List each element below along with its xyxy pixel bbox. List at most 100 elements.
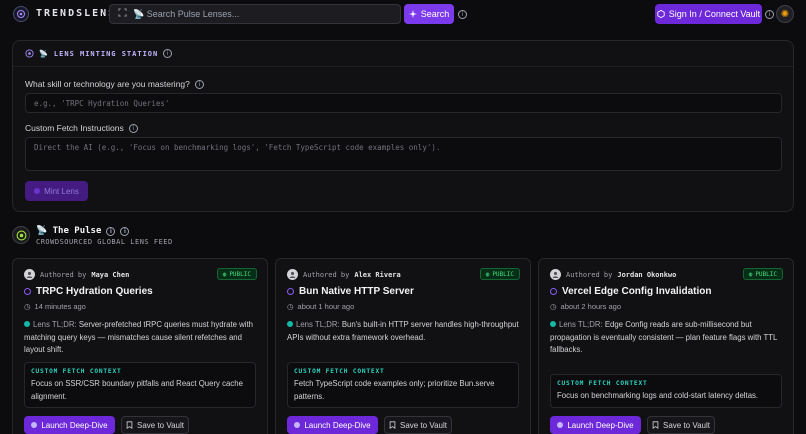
context-heading: CUSTOM FETCH CONTEXT bbox=[557, 380, 648, 387]
minting-panel-header: 📡 LENS MINTING STATION i bbox=[13, 41, 793, 67]
search-button[interactable]: Search bbox=[404, 4, 454, 24]
card-timestamp: ◷ about 2 hours ago bbox=[550, 302, 621, 311]
card-author: Authored by Alex Rivera bbox=[287, 269, 401, 280]
card-title-text: TRPC Hydration Queries bbox=[36, 286, 153, 297]
launch-button-label: Launch Deep-Dive bbox=[567, 420, 634, 430]
custom-fetch-context: CUSTOM FETCH CONTEXT Focus on benchmarki… bbox=[550, 374, 782, 408]
save-to-vault-button[interactable]: Save to Vault bbox=[384, 416, 452, 434]
context-text: Fetch TypeScript code examples only; pri… bbox=[294, 379, 495, 401]
tldr-label: Lens TL;DR: bbox=[559, 320, 603, 329]
bookmark-icon bbox=[389, 421, 396, 429]
lens-card: Authored by Alex Rivera ◍ PUBLIC Bun Nat… bbox=[275, 258, 531, 434]
card-title-text: Vercel Edge Config Invalidation bbox=[562, 286, 712, 297]
tldr-dot-icon bbox=[24, 321, 30, 327]
custom-fetch-context: CUSTOM FETCH CONTEXT Fetch TypeScript co… bbox=[287, 362, 519, 408]
pulse-info-icon-2[interactable]: i bbox=[120, 226, 130, 236]
context-text: Focus on SSR/CSR boundary pitfalls and R… bbox=[31, 379, 243, 401]
status-badge: ◍ PUBLIC bbox=[479, 268, 520, 280]
pulse-title-text: 📡 The Pulse bbox=[36, 226, 102, 236]
pulse-info-icon-1[interactable]: i bbox=[106, 226, 116, 236]
signin-info-icon[interactable]: i bbox=[765, 10, 774, 19]
fetch-info-icon[interactable]: i bbox=[128, 123, 138, 133]
launch-button-label: Launch Deep-Dive bbox=[41, 420, 108, 430]
card-title[interactable]: TRPC Hydration Queries bbox=[24, 286, 153, 297]
top-bar: TRENDSLENS Search i Sign In / Connect Va… bbox=[0, 0, 806, 29]
authored-by-label: Authored by bbox=[566, 270, 613, 279]
sparkle-icon bbox=[408, 10, 417, 18]
signin-button[interactable]: Sign In / Connect Vault bbox=[655, 4, 762, 24]
minting-panel-title: 📡 LENS MINTING STATION bbox=[39, 49, 159, 58]
search-box[interactable] bbox=[109, 4, 401, 24]
fetch-field-label: Custom Fetch Instructions i bbox=[25, 123, 138, 133]
skill-input[interactable] bbox=[25, 93, 782, 113]
lens-minting-panel: 📡 LENS MINTING STATION i What skill or t… bbox=[12, 40, 794, 212]
skill-info-icon[interactable]: i bbox=[194, 79, 204, 89]
status-badge: ◍ PUBLIC bbox=[742, 268, 783, 280]
tldr-label: Lens TL;DR: bbox=[296, 320, 340, 329]
globe-icon: ◍ bbox=[222, 270, 227, 278]
card-title[interactable]: Bun Native HTTP Server bbox=[287, 286, 414, 297]
badge-label: PUBLIC bbox=[492, 270, 514, 278]
save-to-vault-button[interactable]: Save to Vault bbox=[121, 416, 189, 434]
search-button-label: Search bbox=[420, 9, 450, 19]
launch-deep-dive-button[interactable]: Launch Deep-Dive bbox=[287, 416, 378, 434]
context-heading: CUSTOM FETCH CONTEXT bbox=[31, 368, 122, 375]
clock-icon: ◷ bbox=[550, 302, 557, 311]
theme-toggle-button[interactable]: ✺ bbox=[776, 5, 794, 23]
lens-icon bbox=[294, 422, 301, 428]
timestamp-text: about 1 hour ago bbox=[297, 302, 355, 311]
search-input[interactable] bbox=[133, 9, 373, 19]
avatar bbox=[287, 269, 298, 280]
avatar bbox=[24, 269, 35, 280]
save-button-label: Save to Vault bbox=[400, 420, 447, 430]
pulse-title: 📡 The Pulse i i bbox=[36, 226, 130, 236]
authored-by-label: Authored by bbox=[303, 270, 350, 279]
lens-card: Authored by Jordan Okonkwo ◍ PUBLIC Verc… bbox=[538, 258, 794, 434]
signin-button-label: Sign In / Connect Vault bbox=[668, 9, 761, 19]
lens-bullet-icon bbox=[287, 288, 294, 295]
bookmark-icon bbox=[126, 421, 133, 429]
lens-bullet-icon bbox=[550, 288, 557, 295]
badge-label: PUBLIC bbox=[755, 270, 777, 278]
card-tldr: Lens TL;DR: Server-prefetched tRPC queri… bbox=[24, 319, 256, 357]
save-button-label: Save to Vault bbox=[137, 420, 184, 430]
mint-lens-button[interactable]: Mint Lens bbox=[25, 181, 88, 201]
globe-icon: ◍ bbox=[748, 270, 753, 278]
pulse-icon bbox=[12, 226, 30, 244]
radar-icon bbox=[25, 49, 34, 58]
globe-icon: ◍ bbox=[485, 270, 490, 278]
lens-card: Authored by Maya Chen ◍ PUBLIC TRPC Hydr… bbox=[12, 258, 268, 434]
tldr-dot-icon bbox=[287, 321, 293, 327]
lens-icon bbox=[34, 188, 41, 194]
card-author: Authored by Maya Chen bbox=[24, 269, 129, 280]
launch-button-label: Launch Deep-Dive bbox=[304, 420, 371, 430]
card-title-text: Bun Native HTTP Server bbox=[299, 286, 414, 297]
minting-info-icon[interactable]: i bbox=[163, 49, 173, 58]
fetch-instructions-field[interactable] bbox=[25, 137, 782, 171]
author-name: Alex Rivera bbox=[354, 270, 401, 279]
card-tldr: Lens TL;DR: Edge Config reads are sub-mi… bbox=[550, 319, 782, 357]
brand-name[interactable]: TRENDSLENS bbox=[36, 8, 116, 19]
save-to-vault-button[interactable]: Save to Vault bbox=[647, 416, 715, 434]
logo-icon[interactable] bbox=[13, 6, 29, 22]
timestamp-text: about 2 hours ago bbox=[560, 302, 622, 311]
card-title[interactable]: Vercel Edge Config Invalidation bbox=[550, 286, 711, 297]
launch-deep-dive-button[interactable]: Launch Deep-Dive bbox=[550, 416, 641, 434]
tldr-dot-icon bbox=[550, 321, 556, 327]
context-heading: CUSTOM FETCH CONTEXT bbox=[294, 368, 385, 375]
status-badge: ◍ PUBLIC bbox=[216, 268, 257, 280]
card-author: Authored by Jordan Okonkwo bbox=[550, 269, 676, 280]
search-info-icon[interactable]: i bbox=[458, 10, 467, 19]
hexagon-icon bbox=[657, 10, 665, 18]
lens-icon bbox=[557, 422, 564, 428]
custom-fetch-context: CUSTOM FETCH CONTEXT Focus on SSR/CSR bo… bbox=[24, 362, 256, 408]
tldr-label: Lens TL;DR: bbox=[33, 320, 77, 329]
mint-button-label: Mint Lens bbox=[44, 186, 79, 196]
card-timestamp: ◷ 14 minutes ago bbox=[24, 302, 86, 311]
clock-icon: ◷ bbox=[287, 302, 294, 311]
skill-field-label: What skill or technology are you masteri… bbox=[25, 79, 204, 89]
fetch-label-text: Custom Fetch Instructions bbox=[25, 123, 124, 133]
launch-deep-dive-button[interactable]: Launch Deep-Dive bbox=[24, 416, 115, 434]
search-icon bbox=[118, 8, 127, 20]
author-name: Maya Chen bbox=[91, 270, 130, 279]
